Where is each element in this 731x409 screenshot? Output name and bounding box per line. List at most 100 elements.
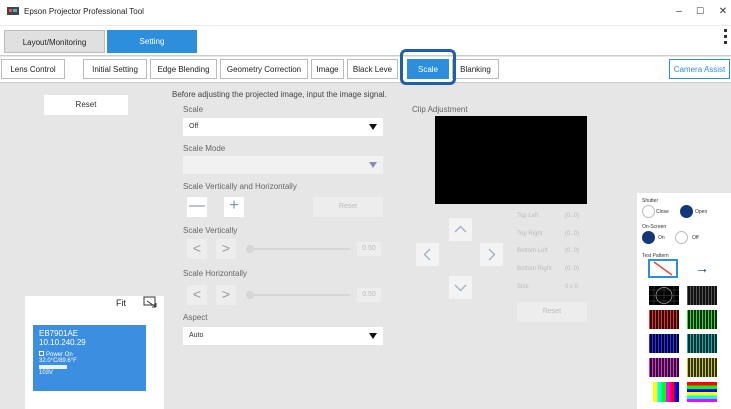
clip-left-button[interactable] [416,243,439,266]
device-panel: Fit EB7901AE 10.10.240.29 Power On 32.0°… [25,296,164,409]
fit-button[interactable]: Fit [116,298,126,308]
projector-card[interactable]: EB7901AE 10.10.240.29 Power On 32.0°C/89… [33,325,146,391]
top-left-label: Top Left [517,213,539,219]
horizontal-slider-track[interactable] [250,294,350,296]
scale-select[interactable]: Off [183,118,383,136]
power-icon [39,351,44,356]
tab-image[interactable]: Image [311,59,344,79]
next-pattern-arrow-icon[interactable]: → [695,260,709,276]
aspect-select[interactable]: Auto [183,327,383,345]
clip-right-button[interactable] [480,243,503,266]
shutter-close-radio[interactable] [642,205,655,218]
size-label: Size [517,284,529,290]
tab-black-level[interactable]: Black Leve [347,59,398,79]
minimize-button[interactable]: – [672,6,686,17]
quick-control-panel: Shutter Close Open On-Screen On Off Test… [637,193,731,409]
tab-lens-control[interactable]: Lens Control [1,59,65,79]
pattern-magenta-icon[interactable] [649,358,679,377]
sub-tab-bar: Lens Control Initial Setting Edge Blendi… [0,57,731,83]
close-button[interactable]: ✕ [716,6,730,17]
fit-window-icon[interactable] [143,296,159,308]
chevron-down-icon [369,333,377,339]
pattern-none-icon[interactable] [648,259,678,278]
status-bar [39,365,67,369]
projector-ip: 10.10.240.29 [39,338,86,347]
chevron-left-icon [423,248,431,261]
pattern-gradient-icon[interactable] [687,382,717,402]
chevron-right-icon [488,248,496,261]
scale-mode-select[interactable] [183,156,383,174]
vertical-slider-track[interactable] [250,248,350,250]
app-icon [7,7,19,15]
pattern-green-icon[interactable] [687,310,717,329]
scale-mode-label: Scale Mode [183,144,226,153]
tab-blanking[interactable]: Blanking [452,59,499,79]
scale-reset-button[interactable]: Reset [313,197,383,217]
vertical-decrease-button[interactable]: < [187,239,207,259]
clip-up-button[interactable] [449,218,472,241]
shutter-label: Shutter [642,198,659,204]
scale-tab-highlight [400,49,456,85]
top-right-label: Top Right [517,231,543,237]
camera-assist-button[interactable]: Camera Assist [669,59,730,79]
maximize-button[interactable]: ☐ [693,6,707,17]
signal-notice: Before adjusting the projected image, in… [172,90,387,99]
window-title: Epson Projector Professional Tool [24,7,144,16]
pattern-circle-icon[interactable] [649,286,679,305]
bottom-right-label: Bottom Right [517,266,552,272]
onscreen-label: On-Screen [642,224,667,230]
scale-vertically-label: Scale Vertically [183,226,238,235]
title-bar: Epson Projector Professional Tool – ☐ ✕ [0,0,731,26]
onscreen-on-radio[interactable] [642,231,655,244]
pattern-red-icon[interactable] [649,310,679,329]
reset-button[interactable]: Reset [44,95,128,115]
vertical-slider-handle[interactable] [246,245,254,253]
chevron-down-icon [454,284,467,292]
tab-geometry-correction[interactable]: Geometry Correction [220,59,308,79]
chevron-down-icon [369,162,377,168]
chevron-down-icon [369,124,377,130]
horizontal-decrease-button[interactable]: < [187,285,207,305]
chevron-up-icon [454,225,467,233]
aspect-label: Aspect [183,313,208,322]
projector-name: EB7901AE [39,329,79,338]
voltage: 103V [39,370,54,376]
scale-select-value: Off [189,123,199,130]
pattern-cyan-icon[interactable] [687,334,717,353]
onscreen-on-label: On [658,235,665,241]
power-status: Power On [39,351,140,358]
more-menu-icon[interactable] [724,29,728,47]
tab-initial-setting[interactable]: Initial Setting [83,59,147,79]
scale-horizontally-label: Scale Horizontally [183,269,248,278]
pattern-grid-icon[interactable] [687,286,717,305]
pattern-color-bars-icon[interactable] [649,382,679,402]
main-tab-bar: Layout/Monitoring Setting [0,26,731,56]
shutter-open-radio[interactable] [680,205,693,218]
shutter-close-label: Close [656,209,669,215]
clip-adjustment-title: Clip Adjustment [412,105,468,114]
onscreen-off-radio[interactable] [675,231,688,244]
scale-plus-button[interactable]: + [224,197,244,217]
horizontal-slider-handle[interactable] [246,291,254,299]
tab-edge-blending[interactable]: Edge Blending [150,59,217,79]
bottom-left-value: (0, 0) [565,248,580,254]
pattern-yellow-icon[interactable] [687,358,717,377]
pattern-blue-icon[interactable] [649,334,679,353]
temperature: 32.0°C/89.6°F [39,358,77,364]
scale-vh-label: Scale Vertically and Horizontally [183,182,297,191]
aspect-select-value: Auto [189,332,204,339]
top-right-value: (0, 0) [565,231,580,237]
scale-label: Scale [183,105,204,114]
vertical-value: 0.50 [357,242,381,256]
clip-down-button[interactable] [449,276,472,299]
horizontal-increase-button[interactable]: > [216,285,236,305]
bottom-left-label: Bottom Left [517,248,548,254]
scale-minus-button[interactable]: — [187,197,207,217]
shutter-open-label: Open [695,209,708,215]
bottom-right-value: (0, 0) [565,266,580,272]
tab-layout-monitoring[interactable]: Layout/Monitoring [4,30,105,53]
vertical-increase-button[interactable]: > [216,239,236,259]
top-left-value: (0, 0) [565,213,580,219]
clip-reset-button[interactable]: Reset [517,302,587,322]
tab-setting[interactable]: Setting [107,30,197,53]
